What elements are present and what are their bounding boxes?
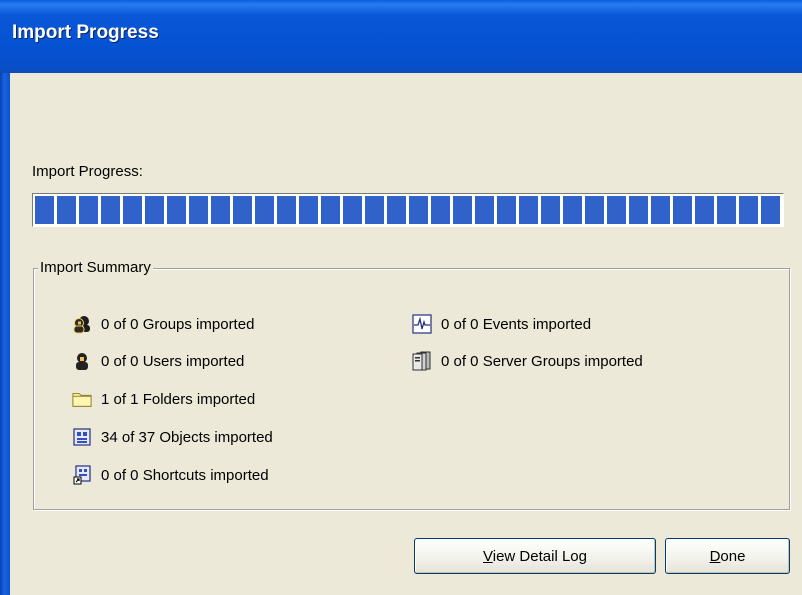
done-label: one [720, 547, 746, 565]
shortcut-icon [72, 465, 92, 485]
summary-item-users: 0 of 0 Users imported [72, 349, 244, 373]
summary-item-label: 0 of 0 Groups imported [101, 315, 255, 333]
summary-item-label: 0 of 0 Events imported [441, 315, 592, 333]
import-summary-legend: Import Summary [38, 259, 153, 276]
summary-item-label: 0 of 0 Server Groups imported [441, 352, 643, 370]
user-icon [72, 351, 92, 371]
summary-item-label: 0 of 0 Users imported [101, 352, 245, 370]
summary-item-server-groups: 0 of 0 Server Groups imported [412, 349, 643, 373]
view-detail-log-access-key: V [483, 547, 493, 565]
progress-label: Import Progress: [32, 163, 143, 180]
groups-icon [72, 314, 92, 334]
server-groups-icon [412, 351, 432, 371]
progress-bar-fill [35, 196, 781, 224]
summary-item-groups: 0 of 0 Groups imported [72, 312, 254, 336]
summary-item-shortcuts: 0 of 0 Shortcuts imported [72, 463, 269, 487]
summary-item-events: 0 of 0 Events imported [412, 312, 591, 336]
summary-item-folders: 1 of 1 Folders imported [72, 387, 255, 411]
event-icon [412, 314, 432, 334]
done-access-key: D [709, 547, 721, 565]
window-frame-left [0, 73, 10, 595]
import-progress-bar [32, 193, 784, 227]
summary-item-label: 34 of 37 Objects imported [101, 428, 273, 446]
title-bar[interactable]: Import Progress [0, 0, 802, 73]
done-button[interactable]: Done [665, 538, 790, 574]
folder-icon [72, 389, 92, 409]
summary-item-objects: 34 of 37 Objects imported [72, 425, 273, 449]
view-detail-log-button[interactable]: View Detail Log [414, 538, 656, 574]
object-icon [72, 427, 92, 447]
summary-item-label: 1 of 1 Folders imported [101, 390, 256, 408]
window-title: Import Progress [12, 22, 159, 43]
view-detail-log-label: iew Detail Log [492, 547, 587, 565]
summary-item-label: 0 of 0 Shortcuts imported [101, 466, 269, 484]
